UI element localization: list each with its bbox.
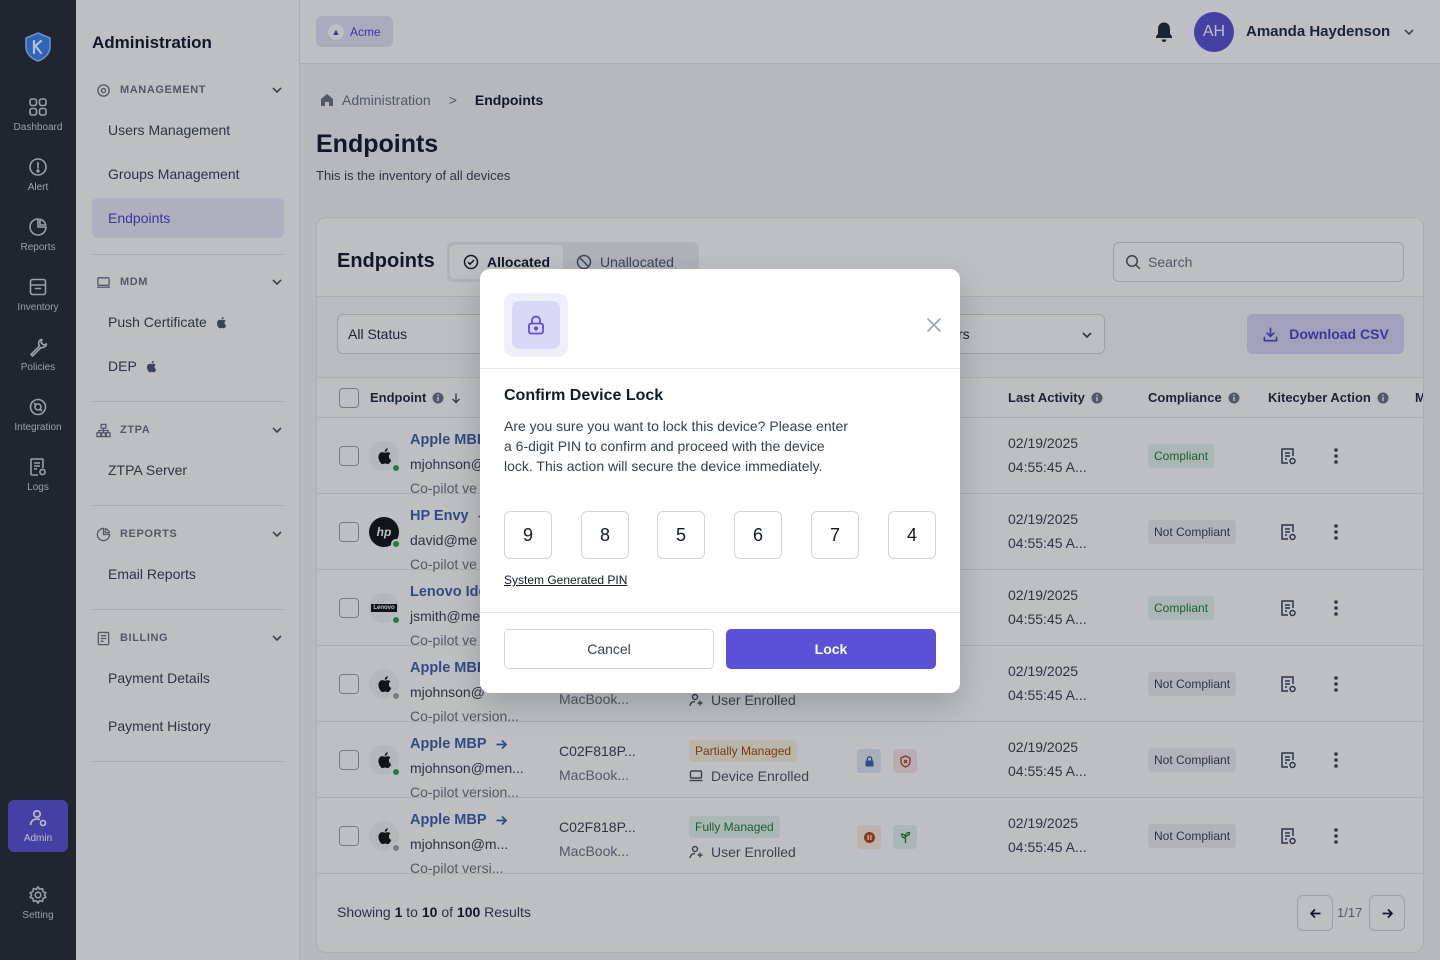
dialog-icon — [512, 301, 560, 349]
pin-digit-5[interactable]: 7 — [811, 511, 859, 559]
lock-icon — [528, 315, 544, 335]
confirm-lock-dialog: Confirm Device Lock Are you sure you wan… — [480, 269, 960, 693]
system-generated-pin-link[interactable]: System Generated PIN — [504, 573, 627, 587]
pin-digit-2[interactable]: 8 — [581, 511, 629, 559]
lock-button[interactable]: Lock — [726, 629, 936, 669]
close-icon[interactable] — [925, 316, 943, 334]
dialog-divider — [480, 612, 960, 613]
pin-digit-1[interactable]: 9 — [504, 511, 552, 559]
dialog-icon-wrap — [504, 293, 568, 357]
dialog-message: Are you sure you want to lock this devic… — [504, 418, 848, 474]
dialog-divider — [480, 368, 960, 369]
pin-digit-4[interactable]: 6 — [734, 511, 782, 559]
dialog-title: Confirm Device Lock — [504, 387, 664, 404]
cancel-button[interactable]: Cancel — [504, 629, 714, 669]
pin-digit-3[interactable]: 5 — [657, 511, 705, 559]
pin-digit-6[interactable]: 4 — [888, 511, 936, 559]
